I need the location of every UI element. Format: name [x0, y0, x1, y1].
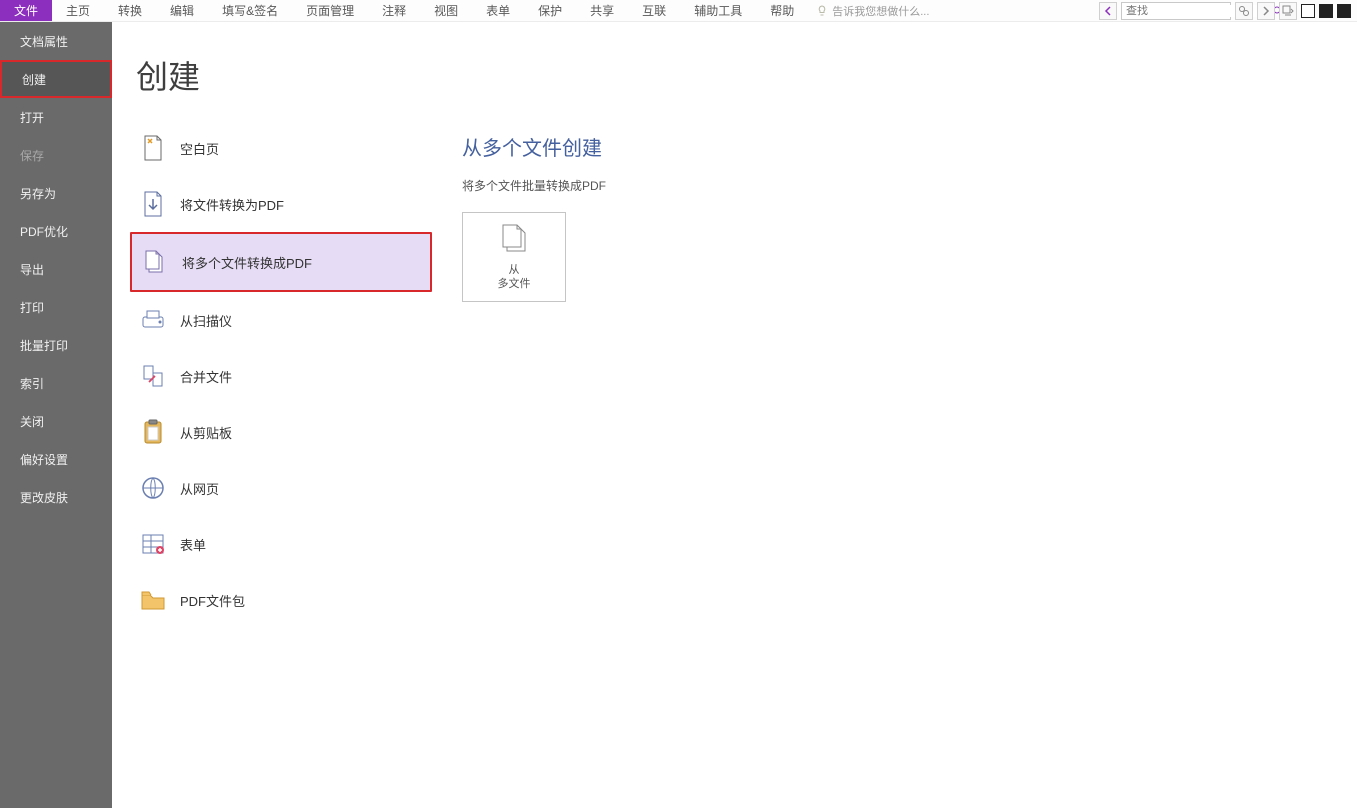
- sidebar-item-label: 关闭: [20, 413, 44, 430]
- sidebar-item-label: 更改皮肤: [20, 489, 68, 506]
- from-multi-files-tile[interactable]: 从多文件: [462, 212, 566, 302]
- form-icon: [140, 531, 166, 557]
- ribbon-tab-protect[interactable]: 保护: [524, 0, 576, 21]
- window-minimize-icon[interactable]: [1319, 4, 1333, 18]
- ribbon-tab-share[interactable]: 共享: [576, 0, 628, 21]
- web-icon: [140, 475, 166, 501]
- sidebar-item-print[interactable]: 打印: [0, 288, 112, 326]
- tellme-placeholder: 告诉我您想做什么...: [832, 3, 929, 19]
- create-item-label: 从扫描仪: [180, 311, 232, 330]
- create-item-label: 表单: [180, 535, 206, 554]
- tellme-box[interactable]: 告诉我您想做什么...: [808, 0, 937, 21]
- sidebar-item-open[interactable]: 打开: [0, 98, 112, 136]
- sidebar-item-save: 保存: [0, 136, 112, 174]
- sidebar-item-label: PDF优化: [20, 223, 68, 240]
- multi-file-icon: [142, 249, 168, 275]
- create-form[interactable]: 表单: [130, 516, 432, 572]
- create-from-scanner[interactable]: 从扫描仪: [130, 292, 432, 348]
- sidebar-item-preferences[interactable]: 偏好设置: [0, 440, 112, 478]
- detail-heading: 从多个文件创建: [462, 132, 1357, 161]
- window-restore-icon[interactable]: [1301, 4, 1315, 18]
- advanced-search-icon[interactable]: [1235, 2, 1253, 20]
- sidebar-item-index[interactable]: 索引: [0, 364, 112, 402]
- clipboard-icon: [140, 419, 166, 445]
- ribbon-tab-fillsign[interactable]: 填写&签名: [208, 0, 292, 21]
- create-file-to-pdf[interactable]: 将文件转换为PDF: [130, 176, 432, 232]
- prev-result-icon[interactable]: [1099, 2, 1117, 20]
- ribbon-right-tools: [1099, 0, 1357, 21]
- ribbon-tab-home[interactable]: 主页: [52, 0, 104, 21]
- multi-file-icon: [499, 223, 529, 255]
- create-item-label: 从剪贴板: [180, 423, 232, 442]
- ribbon-tab-view[interactable]: 视图: [420, 0, 472, 21]
- sidebar-item-label: 打开: [20, 109, 44, 126]
- create-from-web[interactable]: 从网页: [130, 460, 432, 516]
- lightbulb-icon: [816, 5, 828, 17]
- file-menu-sidebar: 文档属性 创建 打开 保存 另存为 PDF优化 导出 打印 批量打印 索引 关闭…: [0, 22, 112, 808]
- sidebar-item-label: 保存: [20, 147, 44, 164]
- create-blank[interactable]: 空白页: [130, 120, 432, 176]
- file-to-pdf-icon: [140, 191, 166, 217]
- create-merge[interactable]: 合并文件: [130, 348, 432, 404]
- create-detail-panel: 从多个文件创建 将多个文件批量转换成PDF 从多文件: [432, 22, 1357, 808]
- sidebar-item-optimize[interactable]: PDF优化: [0, 212, 112, 250]
- page-title: 创建: [130, 52, 432, 98]
- scanner-icon: [140, 307, 166, 333]
- create-item-label: 从网页: [180, 479, 219, 498]
- next-result-icon[interactable]: [1257, 2, 1275, 20]
- ribbon-tab-form[interactable]: 表单: [472, 0, 524, 21]
- ribbon-tab-help[interactable]: 帮助: [756, 0, 808, 21]
- sidebar-item-label: 文档属性: [20, 33, 68, 50]
- create-multi-to-pdf[interactable]: 将多个文件转换成PDF: [130, 232, 432, 292]
- tile-label: 从多文件: [498, 263, 531, 292]
- portfolio-icon: [140, 587, 166, 613]
- sidebar-item-label: 偏好设置: [20, 451, 68, 468]
- sidebar-item-export[interactable]: 导出: [0, 250, 112, 288]
- create-portfolio[interactable]: PDF文件包: [130, 572, 432, 628]
- sidebar-item-label: 批量打印: [20, 337, 68, 354]
- ribbon-tab-accessibility[interactable]: 辅助工具: [680, 0, 756, 21]
- sidebar-item-batchprint[interactable]: 批量打印: [0, 326, 112, 364]
- search-box[interactable]: [1121, 2, 1231, 20]
- sidebar-item-label: 另存为: [20, 185, 56, 202]
- sidebar-item-label: 索引: [20, 375, 44, 392]
- detail-subtext: 将多个文件批量转换成PDF: [462, 177, 1357, 194]
- ribbon-tab-connect[interactable]: 互联: [628, 0, 680, 21]
- create-item-label: 合并文件: [180, 367, 232, 386]
- sidebar-item-docprops[interactable]: 文档属性: [0, 22, 112, 60]
- tool-dropdown-icon[interactable]: [1279, 2, 1297, 20]
- create-clipboard[interactable]: 从剪贴板: [130, 404, 432, 460]
- ribbon-tab-comment[interactable]: 注释: [368, 0, 420, 21]
- ribbon-tab-edit[interactable]: 编辑: [156, 0, 208, 21]
- sidebar-item-label: 创建: [22, 71, 46, 88]
- create-item-label: 将多个文件转换成PDF: [182, 253, 312, 272]
- create-panel: 创建 空白页 将文件转换为PDF 将多个文件转换成PDF 从扫描仪 合并文件 从…: [112, 22, 432, 808]
- ribbon-tab-pagemgmt[interactable]: 页面管理: [292, 0, 368, 21]
- ribbon-tab-convert[interactable]: 转换: [104, 0, 156, 21]
- create-item-label: PDF文件包: [180, 591, 245, 610]
- sidebar-item-label: 导出: [20, 261, 44, 278]
- ribbon-tab-file[interactable]: 文件: [0, 0, 52, 21]
- sidebar-item-label: 打印: [20, 299, 44, 316]
- create-item-label: 空白页: [180, 139, 219, 158]
- window-close-icon[interactable]: [1337, 4, 1351, 18]
- blank-page-icon: [140, 135, 166, 161]
- sidebar-item-saveas[interactable]: 另存为: [0, 174, 112, 212]
- sidebar-item-create[interactable]: 创建: [0, 60, 112, 98]
- create-item-label: 将文件转换为PDF: [180, 195, 284, 214]
- sidebar-item-skin[interactable]: 更改皮肤: [0, 478, 112, 516]
- ribbon-tabs: 文件 主页 转换 编辑 填写&签名 页面管理 注释 视图 表单 保护 共享 互联…: [0, 0, 1357, 22]
- sidebar-item-close[interactable]: 关闭: [0, 402, 112, 440]
- merge-icon: [140, 363, 166, 389]
